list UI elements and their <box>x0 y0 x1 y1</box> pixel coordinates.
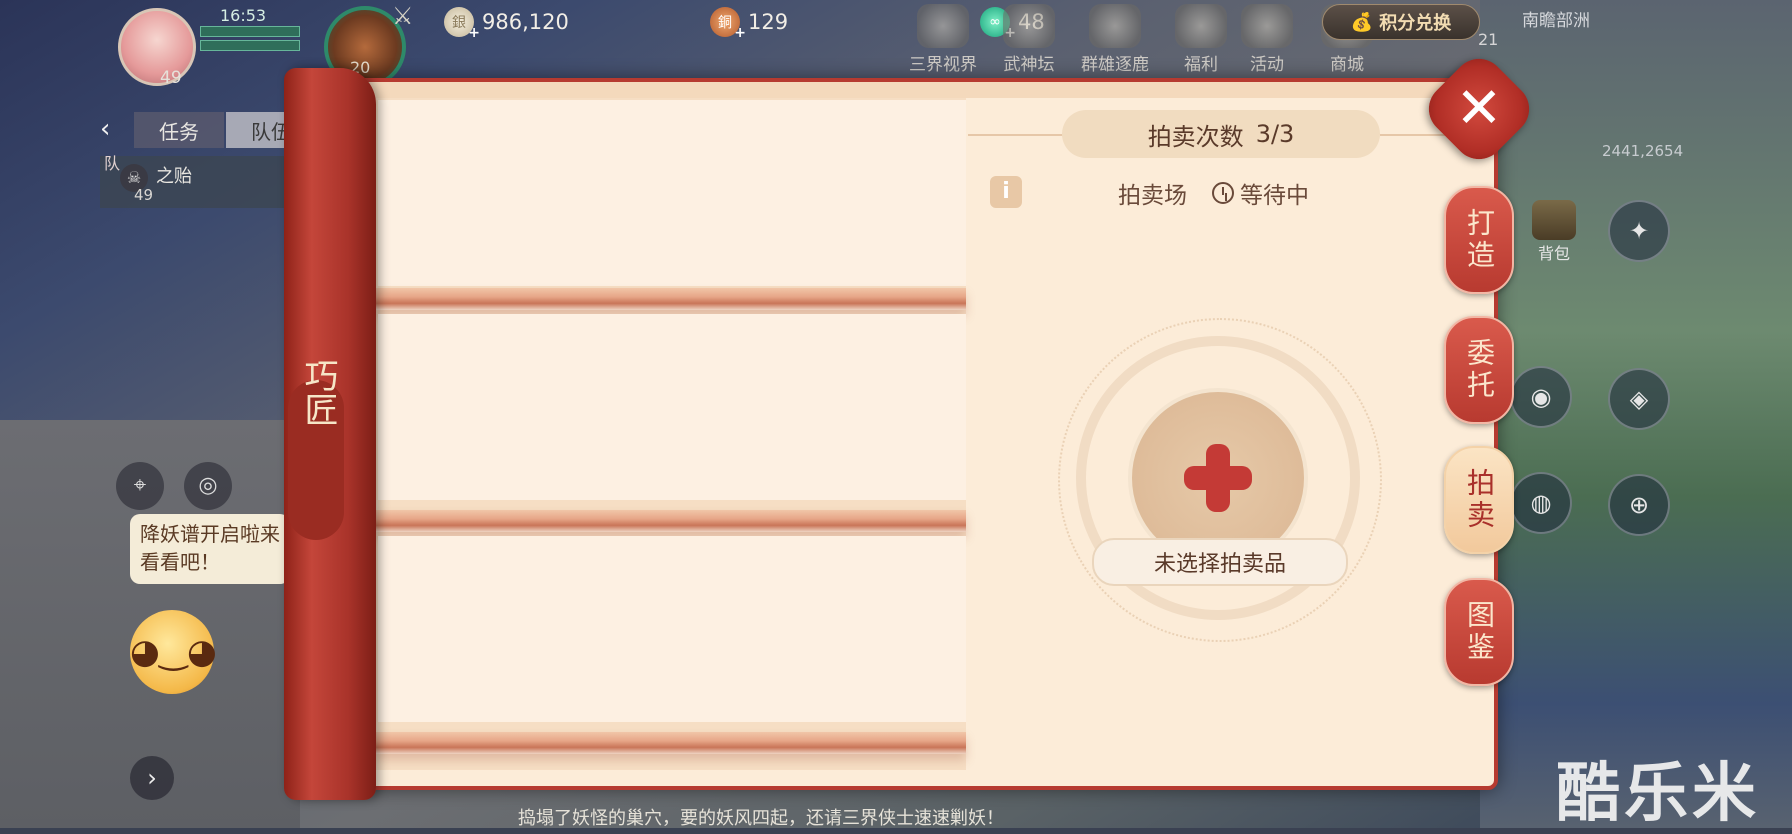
bag-label: 背包 <box>1537 244 1570 263</box>
menu-label: 商城 <box>1330 55 1364 75</box>
silver-currency[interactable]: 銀 + 986,120 <box>444 6 569 41</box>
panel-title: 巧匠 <box>298 358 338 426</box>
sword-icon[interactable]: ⚔ <box>392 2 420 30</box>
notice-bubble[interactable]: 降妖谱开启啦来看看吧！ <box>130 514 290 584</box>
menu-label: 三界视界 <box>909 55 977 75</box>
auction-status: 等待中 <box>1212 176 1309 210</box>
menu-sanjie[interactable]: 三界视界 <box>908 0 978 80</box>
list-slot[interactable] <box>378 314 966 500</box>
shelf-divider <box>374 732 966 754</box>
auction-count: 拍卖次数 3/3 <box>1062 110 1380 158</box>
copper-coin-icon: 銅 + <box>710 7 746 41</box>
emoji-face-icon[interactable]: ◕‿◕ <box>130 610 217 694</box>
player-level: 49 <box>160 68 182 88</box>
tab-auction[interactable]: 拍卖 <box>1444 446 1514 554</box>
system-chat-message[interactable]: 捣塌了妖怪的巢穴，要的妖风四起，还请三界侠士速速剿妖！ <box>518 804 1004 830</box>
menu-qunxiong[interactable]: 群雄逐鹿 <box>1072 0 1158 80</box>
copper-currency[interactable]: 銅 + 129 <box>710 6 789 41</box>
member-name: 之贻 <box>156 166 192 187</box>
auction-count-label: 拍卖次数 <box>1147 122 1244 151</box>
member-level: 49 <box>134 186 154 204</box>
list-slot[interactable] <box>378 100 966 286</box>
menu-huodong[interactable]: 活动 <box>1232 0 1302 80</box>
map-pin-icon[interactable]: ⌖ <box>116 462 164 510</box>
sanjie-icon <box>917 4 969 48</box>
hp-bar <box>200 26 300 37</box>
bag-button[interactable]: 背包 <box>1524 200 1584 270</box>
list-slot[interactable] <box>378 536 966 722</box>
crosshair-icon[interactable]: ⊕ <box>1608 474 1670 536</box>
scroll-banner: 巧匠 <box>284 68 376 800</box>
status-text: 等待中 <box>1240 183 1309 209</box>
shelf-divider <box>374 510 966 532</box>
add-icon[interactable] <box>1178 438 1258 518</box>
skill-icon[interactable]: ◈ <box>1608 368 1670 430</box>
wushentan-icon <box>1003 4 1055 48</box>
auction-count-value: 3/3 <box>1255 120 1295 148</box>
menu-fuli[interactable]: 福利 <box>1166 0 1236 80</box>
crafting-panel: 巧匠 拍卖次数 3/3 i 拍卖场 等待中 未选择拍卖品 <box>284 68 1498 800</box>
attack-icon[interactable]: ◍ <box>1510 472 1572 534</box>
shelf-divider <box>374 288 966 310</box>
gift-bag-icon <box>1175 4 1227 48</box>
action-icon[interactable]: ◉ <box>1510 366 1572 428</box>
player-avatar[interactable] <box>118 8 196 86</box>
panel-top-border <box>304 82 1494 98</box>
money-bag-icon: 💰 <box>1350 11 1374 33</box>
menu-wushentan[interactable]: 武神坛 <box>994 0 1064 80</box>
clock-time: 16:53 <box>220 6 267 25</box>
menu-label: 群雄逐鹿 <box>1081 55 1149 75</box>
exchange-label: 积分兑换 <box>1379 13 1452 34</box>
lantern-icon <box>1241 4 1293 48</box>
info-icon[interactable]: i <box>990 176 1022 208</box>
qunxiong-icon <box>1089 4 1141 48</box>
region-name[interactable]: 南瞻部洲 <box>1522 6 1590 31</box>
expand-chat-icon[interactable]: › <box>130 756 174 800</box>
target-icon[interactable]: ◎ <box>184 462 232 510</box>
map-coordinates: 2441,2654 <box>1602 142 1684 160</box>
compass-icon[interactable]: ✦ <box>1608 200 1670 262</box>
points-exchange-button[interactable]: 💰 积分兑换 <box>1322 4 1480 40</box>
team-mark: 队 <box>104 154 121 173</box>
team-member-row[interactable]: ☠ 队 之贻 49 <box>100 154 290 208</box>
clock-icon <box>1212 182 1234 204</box>
collapse-arrow-icon[interactable]: ‹ <box>100 114 130 146</box>
auction-detail: 拍卖次数 3/3 i 拍卖场 等待中 未选择拍卖品 <box>968 98 1476 770</box>
silver-coin-icon: 銀 + <box>444 7 480 41</box>
tab-catalog[interactable]: 图鉴 <box>1444 578 1514 686</box>
tab-commission[interactable]: 委托 <box>1444 316 1514 424</box>
selected-item-label: 未选择拍卖品 <box>1092 538 1348 586</box>
auction-house-label: 拍卖场 <box>1118 183 1187 209</box>
tab-craft[interactable]: 打造 <box>1444 186 1514 294</box>
silver-amount: 986,120 <box>482 10 569 34</box>
decor-line-left <box>968 134 1064 136</box>
tab-quest[interactable]: 任务 <box>134 112 224 148</box>
menu-label: 活动 <box>1250 55 1284 75</box>
menu-label: 福利 <box>1184 55 1218 75</box>
watermark-logo: 酷乐米 <box>1556 757 1760 831</box>
close-icon[interactable]: ✕ <box>1436 66 1522 152</box>
copper-amount: 129 <box>748 10 789 34</box>
bag-icon <box>1532 200 1576 240</box>
menu-label: 武神坛 <box>1003 55 1055 75</box>
mp-bar <box>200 40 300 51</box>
mini-number: 21 <box>1478 30 1499 49</box>
